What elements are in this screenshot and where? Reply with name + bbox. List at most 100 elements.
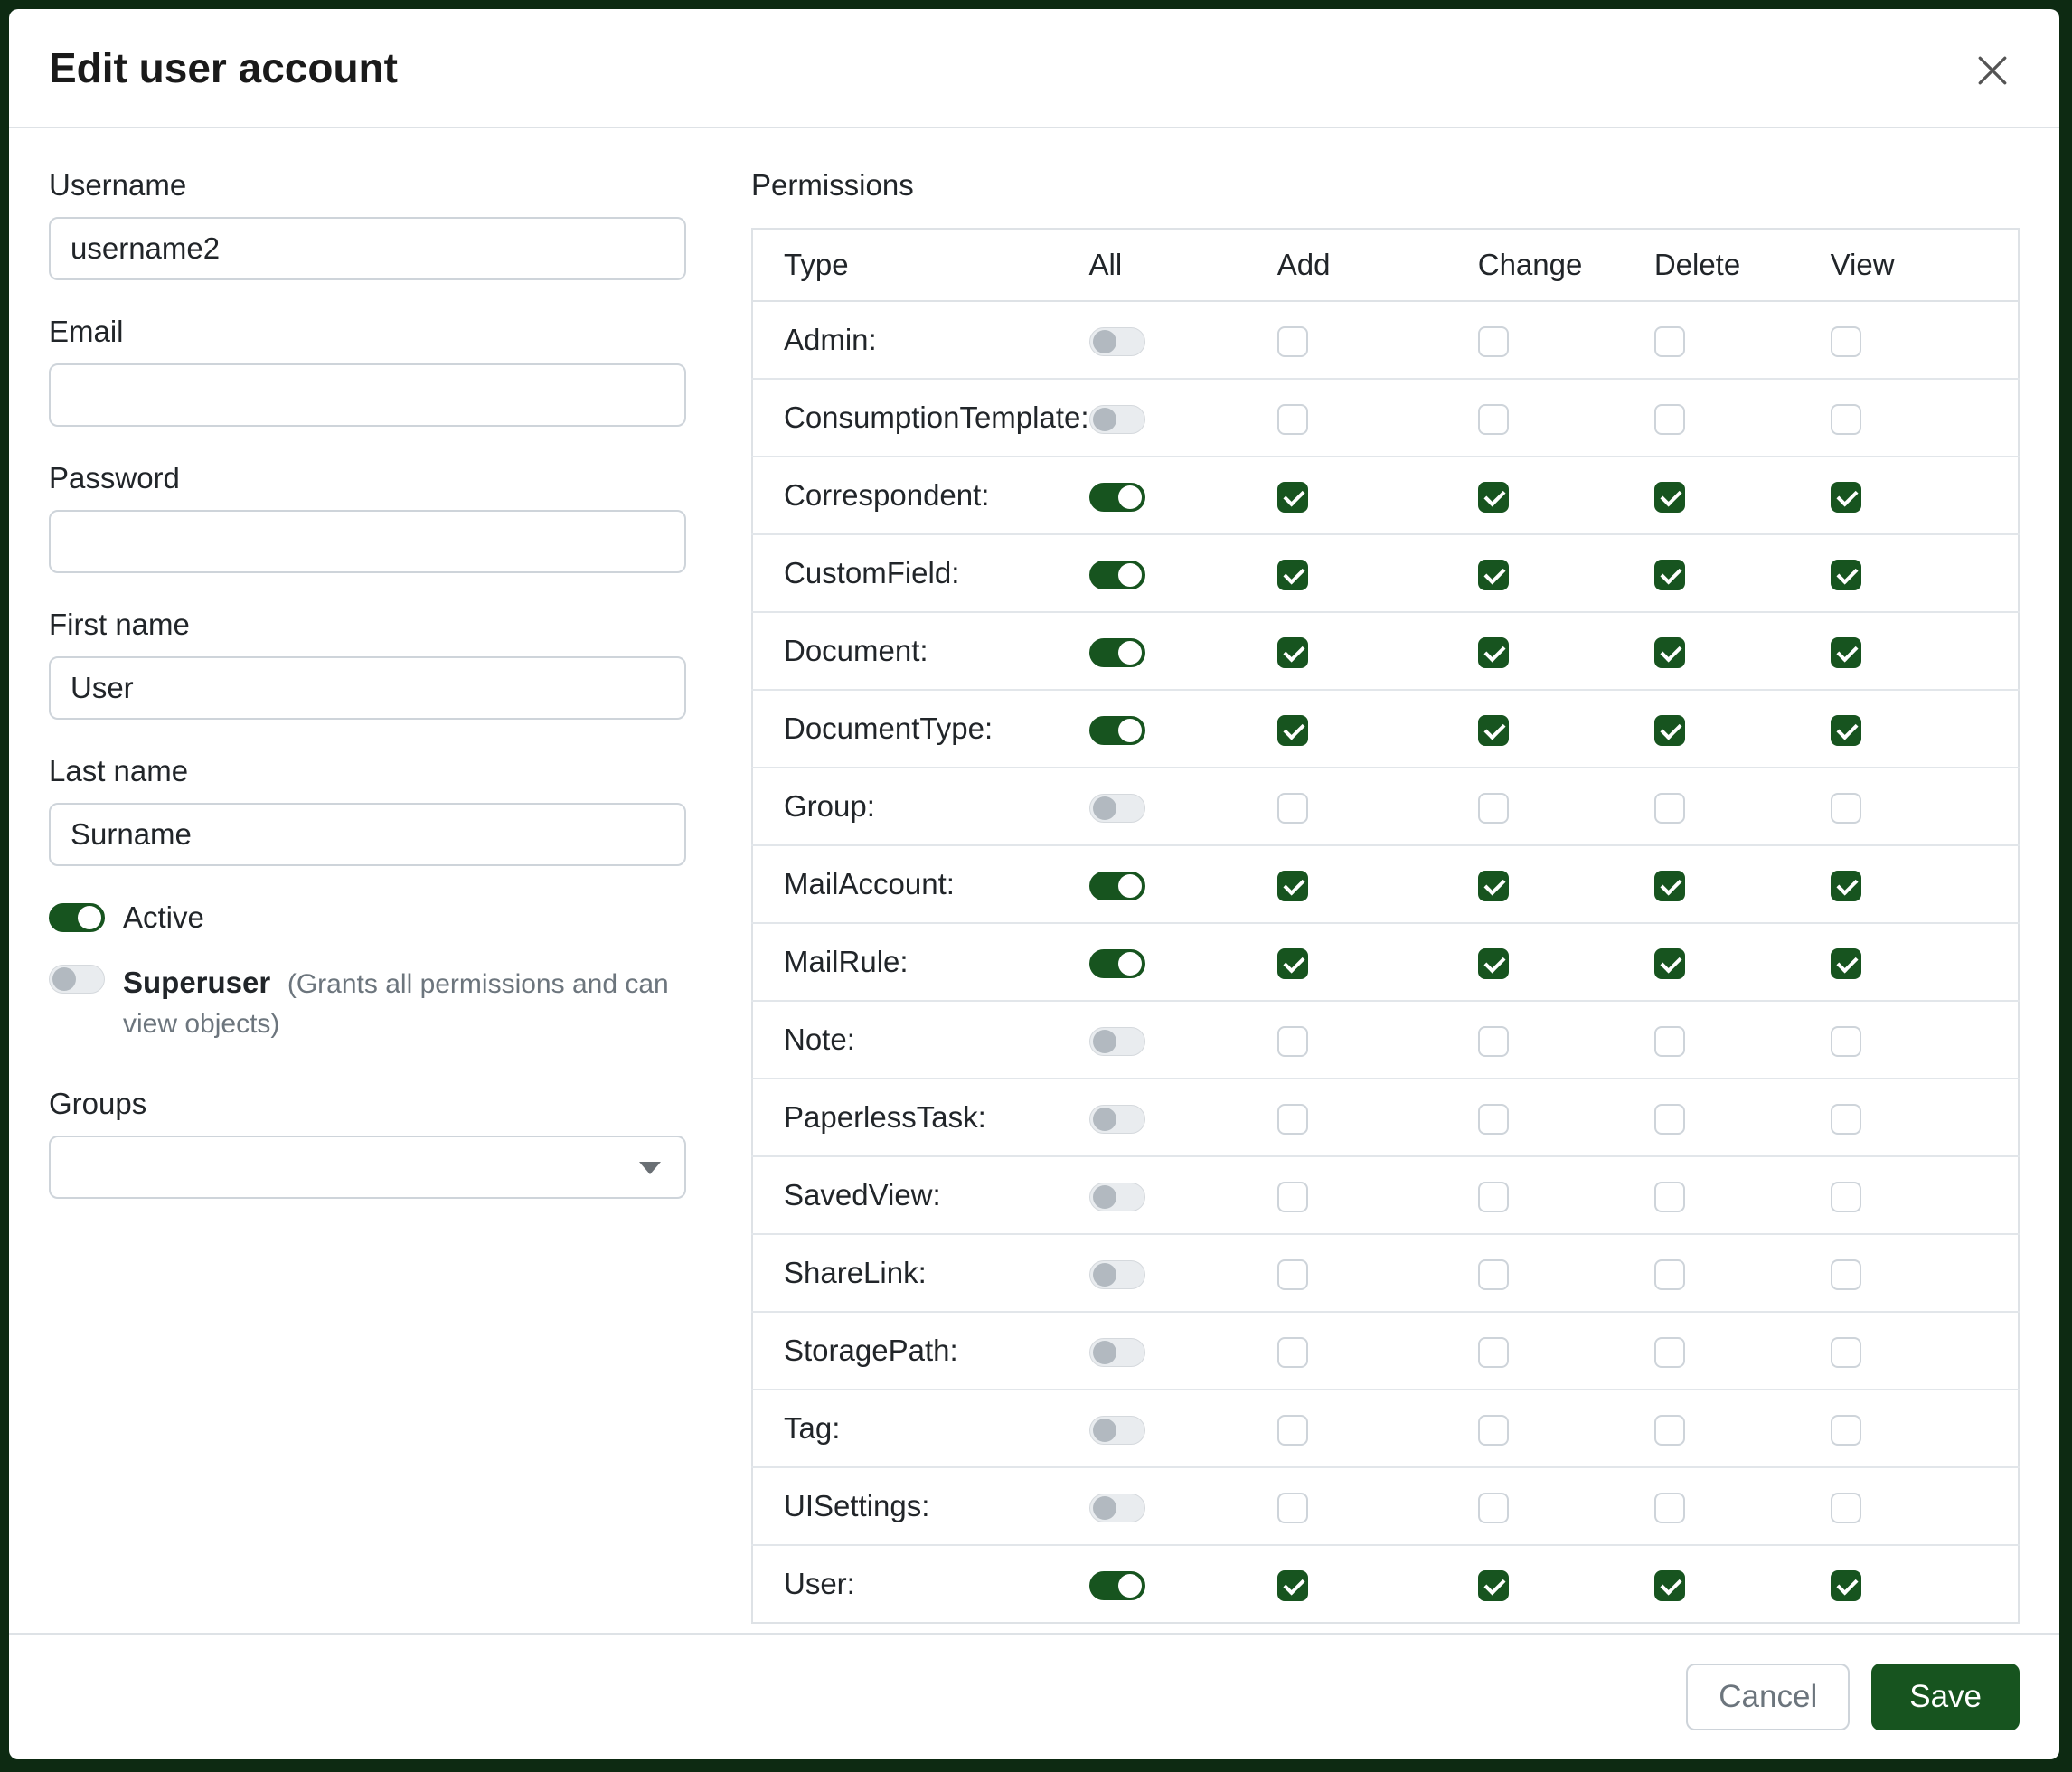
- permission-delete-checkbox[interactable]: [1654, 1104, 1685, 1135]
- permission-view-checkbox[interactable]: [1831, 326, 1861, 357]
- permission-add-checkbox[interactable]: [1277, 715, 1308, 746]
- permission-add-checkbox[interactable]: [1277, 404, 1308, 435]
- permission-view-checkbox[interactable]: [1831, 1259, 1861, 1290]
- permission-change-checkbox[interactable]: [1478, 326, 1509, 357]
- permission-view-checkbox[interactable]: [1831, 637, 1861, 668]
- permission-all-toggle[interactable]: [1089, 949, 1145, 978]
- permission-add-checkbox[interactable]: [1277, 1182, 1308, 1212]
- permission-delete-checkbox[interactable]: [1654, 1493, 1685, 1523]
- permission-all-toggle[interactable]: [1089, 1260, 1145, 1289]
- permission-view-checkbox[interactable]: [1831, 482, 1861, 513]
- permission-change-checkbox[interactable]: [1478, 1182, 1509, 1212]
- permission-delete-checkbox[interactable]: [1654, 1337, 1685, 1368]
- permission-view-checkbox[interactable]: [1831, 948, 1861, 979]
- permission-add-checkbox[interactable]: [1277, 1415, 1308, 1446]
- permission-change-checkbox[interactable]: [1478, 1026, 1509, 1057]
- permission-add-checkbox[interactable]: [1277, 1259, 1308, 1290]
- permission-delete-checkbox[interactable]: [1654, 404, 1685, 435]
- permission-view-checkbox[interactable]: [1831, 1415, 1861, 1446]
- permission-delete-checkbox[interactable]: [1654, 1415, 1685, 1446]
- permission-change-checkbox[interactable]: [1478, 637, 1509, 668]
- permission-add-checkbox[interactable]: [1277, 326, 1308, 357]
- permission-change-checkbox[interactable]: [1478, 948, 1509, 979]
- permission-add-checkbox[interactable]: [1277, 948, 1308, 979]
- permission-cell-view: [1831, 768, 2019, 845]
- permission-all-toggle[interactable]: [1089, 405, 1145, 434]
- first-name-input[interactable]: [49, 656, 686, 720]
- permission-delete-checkbox[interactable]: [1654, 715, 1685, 746]
- save-button[interactable]: Save: [1871, 1664, 2020, 1730]
- permission-change-checkbox[interactable]: [1478, 1415, 1509, 1446]
- permission-delete-checkbox[interactable]: [1654, 482, 1685, 513]
- permission-view-checkbox[interactable]: [1831, 1337, 1861, 1368]
- permission-delete-checkbox[interactable]: [1654, 1026, 1685, 1057]
- permission-view-checkbox[interactable]: [1831, 1182, 1861, 1212]
- permission-add-checkbox[interactable]: [1277, 793, 1308, 824]
- permission-all-toggle[interactable]: [1089, 638, 1145, 667]
- email-input[interactable]: [49, 363, 686, 427]
- permission-add-checkbox[interactable]: [1277, 1570, 1308, 1601]
- superuser-toggle[interactable]: [49, 965, 105, 994]
- last-name-input[interactable]: [49, 803, 686, 866]
- permission-view-checkbox[interactable]: [1831, 1104, 1861, 1135]
- permission-add-checkbox[interactable]: [1277, 1104, 1308, 1135]
- permission-view-checkbox[interactable]: [1831, 1570, 1861, 1601]
- permission-all-toggle[interactable]: [1089, 1494, 1145, 1522]
- permission-add-checkbox[interactable]: [1277, 482, 1308, 513]
- permission-all-toggle[interactable]: [1089, 794, 1145, 823]
- permission-view-checkbox[interactable]: [1831, 715, 1861, 746]
- permission-add-checkbox[interactable]: [1277, 1493, 1308, 1523]
- active-toggle[interactable]: [49, 903, 105, 932]
- permission-change-checkbox[interactable]: [1478, 560, 1509, 590]
- permission-change-checkbox[interactable]: [1478, 482, 1509, 513]
- permission-delete-checkbox[interactable]: [1654, 871, 1685, 901]
- permission-add-checkbox[interactable]: [1277, 560, 1308, 590]
- close-button[interactable]: [1967, 45, 2018, 96]
- permission-delete-checkbox[interactable]: [1654, 326, 1685, 357]
- permission-view-checkbox[interactable]: [1831, 793, 1861, 824]
- permission-change-checkbox[interactable]: [1478, 1493, 1509, 1523]
- permission-all-toggle[interactable]: [1089, 1027, 1145, 1056]
- permission-all-toggle[interactable]: [1089, 1571, 1145, 1600]
- cancel-button[interactable]: Cancel: [1686, 1664, 1850, 1730]
- permission-change-checkbox[interactable]: [1478, 404, 1509, 435]
- permission-change-checkbox[interactable]: [1478, 871, 1509, 901]
- permission-delete-checkbox[interactable]: [1654, 1259, 1685, 1290]
- permission-delete-checkbox[interactable]: [1654, 637, 1685, 668]
- username-input[interactable]: [49, 217, 686, 280]
- password-input[interactable]: [49, 510, 686, 573]
- permission-change-checkbox[interactable]: [1478, 1259, 1509, 1290]
- permission-all-toggle[interactable]: [1089, 872, 1145, 900]
- toggle-knob: [1093, 408, 1116, 431]
- permission-all-toggle[interactable]: [1089, 716, 1145, 745]
- permission-add-checkbox[interactable]: [1277, 1337, 1308, 1368]
- permission-change-checkbox[interactable]: [1478, 1570, 1509, 1601]
- permission-all-toggle[interactable]: [1089, 327, 1145, 356]
- permission-all-toggle[interactable]: [1089, 1183, 1145, 1211]
- permission-view-checkbox[interactable]: [1831, 404, 1861, 435]
- permission-view-checkbox[interactable]: [1831, 871, 1861, 901]
- permission-delete-checkbox[interactable]: [1654, 948, 1685, 979]
- permission-delete-checkbox[interactable]: [1654, 1182, 1685, 1212]
- permission-delete-checkbox[interactable]: [1654, 560, 1685, 590]
- permission-delete-checkbox[interactable]: [1654, 793, 1685, 824]
- permission-change-checkbox[interactable]: [1478, 793, 1509, 824]
- permission-view-checkbox[interactable]: [1831, 1493, 1861, 1523]
- groups-select[interactable]: [49, 1136, 686, 1199]
- permission-all-toggle[interactable]: [1089, 1416, 1145, 1445]
- permission-all-toggle[interactable]: [1089, 483, 1145, 512]
- permission-add-checkbox[interactable]: [1277, 1026, 1308, 1057]
- permission-cell-delete: [1654, 1079, 1831, 1156]
- permission-view-checkbox[interactable]: [1831, 560, 1861, 590]
- permission-change-checkbox[interactable]: [1478, 1337, 1509, 1368]
- permission-change-checkbox[interactable]: [1478, 715, 1509, 746]
- permission-view-checkbox[interactable]: [1831, 1026, 1861, 1057]
- permission-add-checkbox[interactable]: [1277, 637, 1308, 668]
- permission-all-toggle[interactable]: [1089, 1338, 1145, 1367]
- permission-all-toggle[interactable]: [1089, 561, 1145, 589]
- permission-all-toggle[interactable]: [1089, 1105, 1145, 1134]
- permission-change-checkbox[interactable]: [1478, 1104, 1509, 1135]
- permissions-table-body: Admin:ConsumptionTemplate:Correspondent:…: [752, 301, 2019, 1623]
- permission-add-checkbox[interactable]: [1277, 871, 1308, 901]
- permission-delete-checkbox[interactable]: [1654, 1570, 1685, 1601]
